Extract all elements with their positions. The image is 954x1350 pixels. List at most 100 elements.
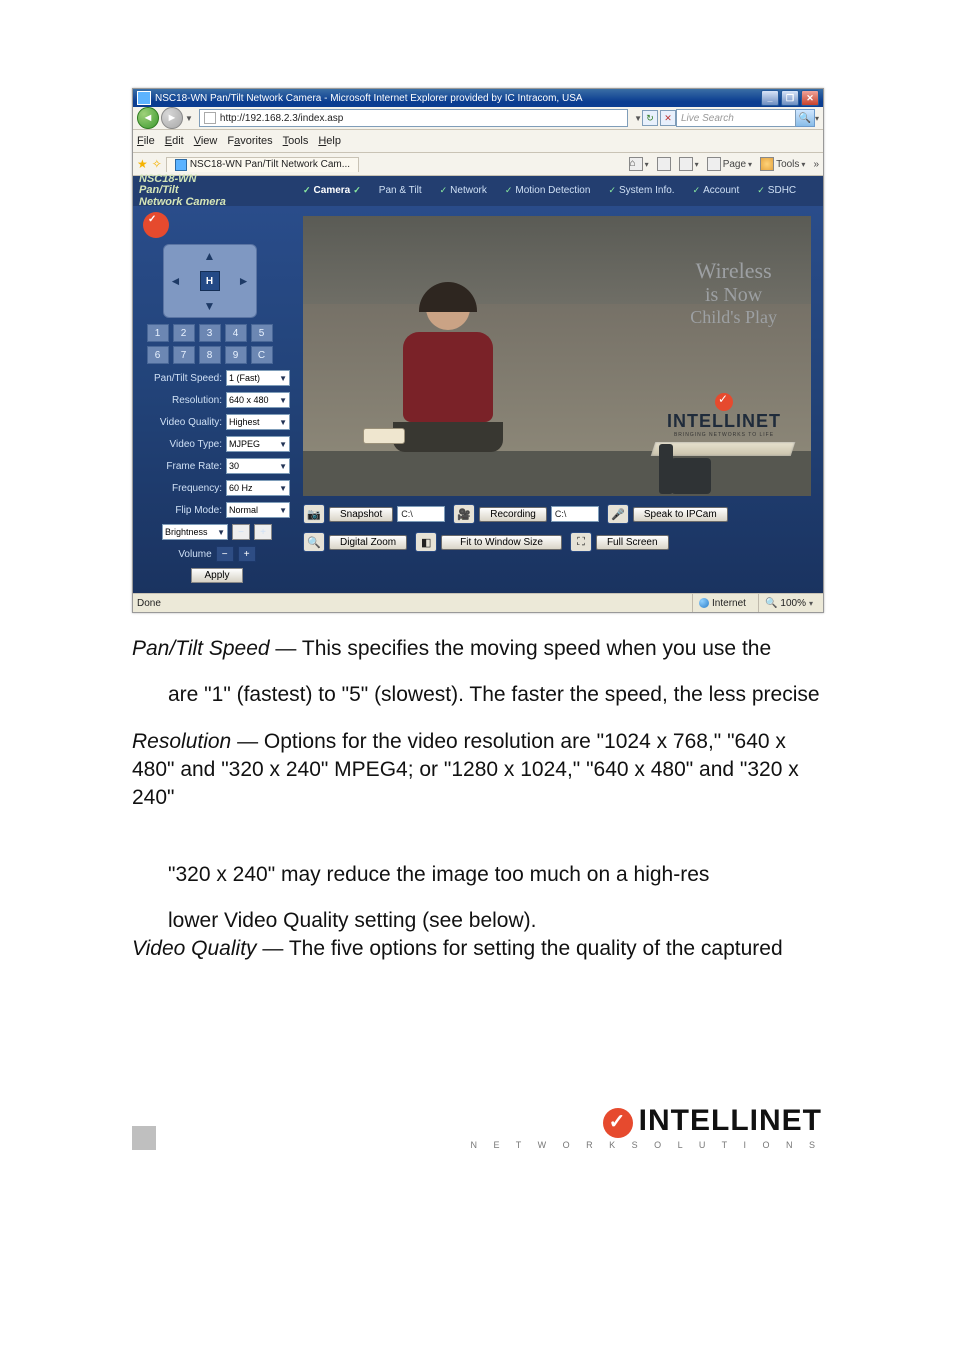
status-text: Done xyxy=(137,598,686,609)
snapshot-icon: 📷 xyxy=(303,504,325,524)
search-input[interactable]: Live Search xyxy=(676,109,796,127)
brightness-select[interactable]: Brightness▼ xyxy=(162,524,228,540)
camera-app: NSC18-WN Pan/Tilt Network Camera ✓Camera… xyxy=(133,176,823,593)
tab-camera[interactable]: ✓Camera✓ xyxy=(297,183,367,200)
snapshot-button[interactable]: Snapshot xyxy=(329,507,393,522)
preset-8[interactable]: 8 xyxy=(199,346,221,364)
pantilt-speed-select[interactable]: 1 (Fast)▼ xyxy=(226,370,290,386)
video-type-select[interactable]: MJPEG▼ xyxy=(226,436,290,452)
forward-button[interactable]: ► xyxy=(161,107,183,129)
tab-motion[interactable]: ✓Motion Detection xyxy=(499,183,597,200)
tab-system[interactable]: ✓System Info. xyxy=(602,183,680,200)
menu-tools[interactable]: Tools xyxy=(283,135,309,147)
search-button[interactable]: 🔍 xyxy=(796,109,815,127)
zoom-indicator[interactable]: 🔍100%▾ xyxy=(758,594,819,612)
home-position-button[interactable]: H xyxy=(200,271,220,291)
menu-file[interactable]: File xyxy=(137,135,155,147)
brightness-up-button[interactable]: + xyxy=(254,524,272,540)
check-icon: ✓ xyxy=(303,185,311,196)
refresh-button[interactable]: ↻ xyxy=(642,110,658,126)
preset-3[interactable]: 3 xyxy=(199,324,221,342)
tab-account[interactable]: ✓Account xyxy=(687,183,746,200)
tab-pantilt[interactable]: Pan & Tilt xyxy=(373,183,428,200)
fullscreen-icon: ⛶ xyxy=(570,532,592,552)
preset-2[interactable]: 2 xyxy=(173,324,195,342)
frequency-select[interactable]: 60 Hz▼ xyxy=(226,480,290,496)
zoom-icon: 🔍 xyxy=(303,532,325,552)
video-quality-label: Video Quality: xyxy=(144,417,222,428)
mic-icon: 🎤 xyxy=(607,504,629,524)
security-zone: Internet xyxy=(692,594,752,612)
pan-right-button[interactable]: ► xyxy=(238,274,250,288)
ie-window: NSC18-WN Pan/Tilt Network Camera - Micro… xyxy=(132,88,824,613)
search-provider-dropdown[interactable]: ▾ xyxy=(815,114,819,123)
viewer-panel: Wireless is Now Child's Play INTELLINET … xyxy=(301,206,823,593)
nav-history-dropdown[interactable]: ▼ xyxy=(185,114,193,123)
digital-zoom-button[interactable]: Digital Zoom xyxy=(329,535,407,550)
check-icon: ✓ xyxy=(440,185,448,196)
para-video-quality: Video Quality — The five options for set… xyxy=(132,935,822,963)
preset-5[interactable]: 5 xyxy=(251,324,273,342)
video-quality-select[interactable]: Highest▼ xyxy=(226,414,290,430)
snapshot-path-input[interactable]: C:\ xyxy=(397,506,445,522)
volume-up-button[interactable]: + xyxy=(238,546,256,562)
back-button[interactable]: ◄ xyxy=(137,107,159,129)
home-icon: ⌂ xyxy=(629,157,643,171)
footer-logo: INTELLINET N E T W O R K S O L U T I O N… xyxy=(470,1104,822,1150)
tilt-down-button[interactable]: ▼ xyxy=(204,299,216,313)
camera-tabs: ✓Camera✓ Pan & Tilt ✓Network ✓Motion Det… xyxy=(297,183,823,200)
resolution-select[interactable]: 640 x 480▼ xyxy=(226,392,290,408)
speak-button[interactable]: Speak to IPCam xyxy=(633,507,728,522)
minimize-button[interactable]: _ xyxy=(761,90,779,106)
recording-path-input[interactable]: C:\ xyxy=(551,506,599,522)
nav-bar: ◄ ► ▼ http://192.168.2.3/index.asp ▼ ↻ ✕… xyxy=(133,107,823,130)
preset-9[interactable]: 9 xyxy=(225,346,247,364)
window-title: NSC18-WN Pan/Tilt Network Camera - Micro… xyxy=(155,93,761,104)
viewer-buttons: 📷 Snapshot C:\ 🎥 Recording C:\ 🎤 Speak t… xyxy=(303,504,811,552)
full-screen-button[interactable]: Full Screen xyxy=(596,535,669,550)
frequency-label: Frequency: xyxy=(144,483,222,494)
frame-rate-select[interactable]: 30▼ xyxy=(226,458,290,474)
menu-view[interactable]: View xyxy=(194,135,218,147)
page-footer: INTELLINET N E T W O R K S O L U T I O N… xyxy=(132,1104,822,1150)
menu-edit[interactable]: Edit xyxy=(165,135,184,147)
flip-mode-select[interactable]: Normal▼ xyxy=(226,502,290,518)
video-chair xyxy=(671,458,711,494)
tab-sdhc[interactable]: ✓SDHC xyxy=(751,183,802,200)
internet-icon xyxy=(699,598,709,608)
address-dropdown[interactable]: ▼ xyxy=(634,114,642,123)
volume-down-button[interactable]: − xyxy=(216,546,234,562)
tools-menu[interactable]: Tools▾ xyxy=(760,157,805,171)
address-bar[interactable]: http://192.168.2.3/index.asp xyxy=(199,109,628,127)
print-icon xyxy=(679,157,693,171)
feeds-button[interactable] xyxy=(657,157,671,171)
tilt-up-button[interactable]: ▲ xyxy=(204,249,216,263)
maximize-button[interactable]: ❐ xyxy=(781,90,799,106)
preset-1[interactable]: 1 xyxy=(147,324,169,342)
menu-help[interactable]: Help xyxy=(318,135,341,147)
apply-button[interactable]: Apply xyxy=(191,568,242,583)
home-button[interactable]: ⌂▾ xyxy=(629,157,649,171)
tab-network[interactable]: ✓Network xyxy=(434,183,493,200)
recording-button[interactable]: Recording xyxy=(479,507,547,522)
page-menu[interactable]: Page▾ xyxy=(707,157,752,171)
fit-window-button[interactable]: Fit to Window Size xyxy=(441,535,562,550)
volume-label: Volume xyxy=(178,549,211,560)
preset-6[interactable]: 6 xyxy=(147,346,169,364)
stop-button[interactable]: ✕ xyxy=(660,110,676,126)
preset-4[interactable]: 4 xyxy=(225,324,247,342)
preset-clear[interactable]: C xyxy=(251,346,273,364)
pan-left-button[interactable]: ◄ xyxy=(170,274,182,288)
flip-mode-label: Flip Mode: xyxy=(144,505,222,516)
menu-favorites[interactable]: Favorites xyxy=(227,135,272,147)
recording-icon: 🎥 xyxy=(453,504,475,524)
check-icon: ✓ xyxy=(505,185,513,196)
para-quality-lead: lower Video Quality setting (see below). xyxy=(132,907,822,935)
page-icon-cmd xyxy=(707,157,721,171)
preset-7[interactable]: 7 xyxy=(173,346,195,364)
cmdbar-overflow[interactable]: » xyxy=(813,159,819,170)
print-button[interactable]: ▾ xyxy=(679,157,699,171)
brightness-down-button[interactable]: − xyxy=(232,524,250,540)
status-bar: Done Internet 🔍100%▾ xyxy=(133,593,823,612)
close-button[interactable]: ✕ xyxy=(801,90,819,106)
